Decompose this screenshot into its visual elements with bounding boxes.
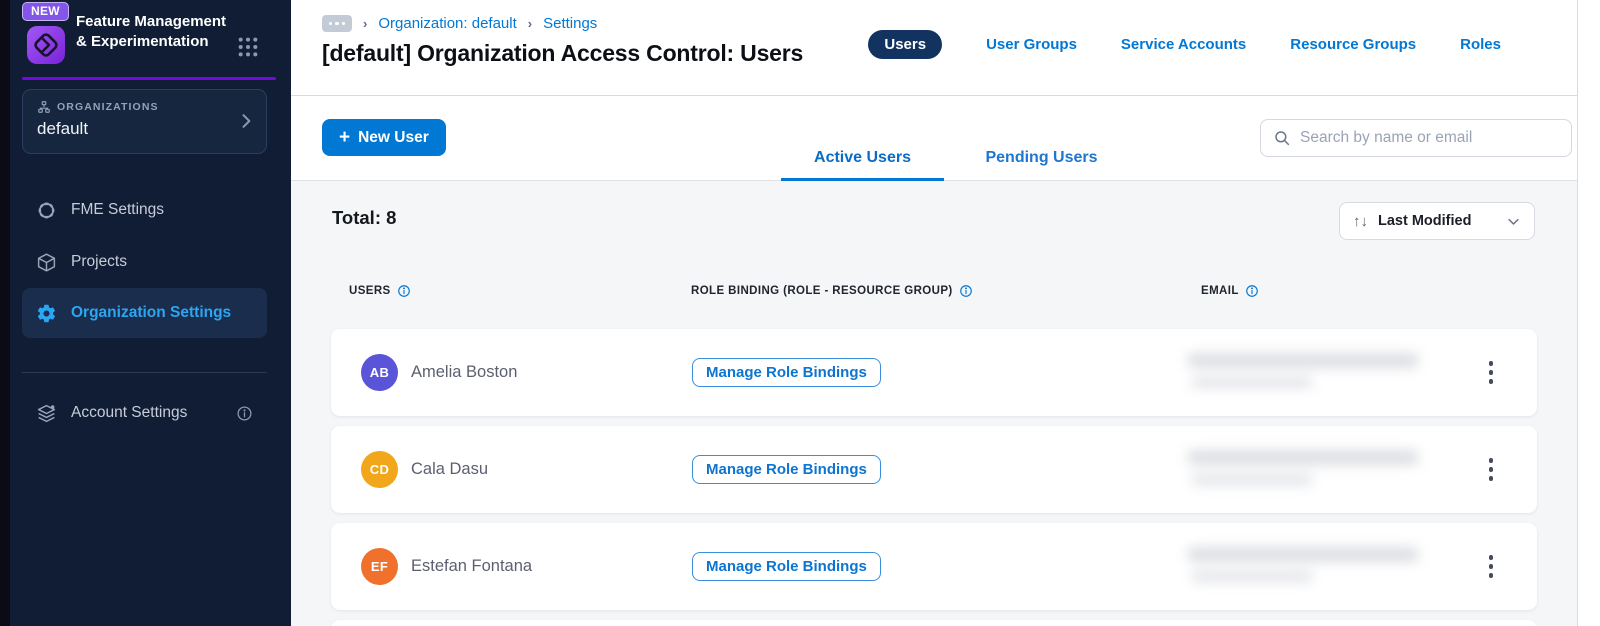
info-icon[interactable] bbox=[1245, 284, 1259, 298]
sort-dropdown[interactable]: ↑↓ Last Modified bbox=[1339, 202, 1535, 240]
tab-pending-users[interactable]: Pending Users bbox=[960, 137, 1123, 181]
plus-icon: + bbox=[339, 127, 351, 148]
tab-roles[interactable]: Roles bbox=[1460, 36, 1501, 53]
breadcrumb-collapsed-button[interactable] bbox=[322, 15, 352, 32]
email-redacted bbox=[1187, 450, 1419, 485]
user-name: Cala Dasu bbox=[411, 460, 489, 478]
sidebar-item-label: Organization Settings bbox=[71, 304, 232, 321]
avatar: EF bbox=[361, 548, 398, 585]
table-row: EF Estefan Fontana Manage Role Bindings bbox=[331, 523, 1537, 610]
email-redacted bbox=[1187, 353, 1419, 388]
access-control-tabs: Users User Groups Service Accounts Resou… bbox=[868, 30, 1501, 59]
column-header-role-binding: ROLE BINDING (ROLE - RESOURCE GROUP) bbox=[691, 284, 973, 298]
app-window: NEW Feature Management & Experimentation bbox=[0, 0, 1600, 626]
sidebar: NEW Feature Management & Experimentation bbox=[10, 0, 291, 626]
table-row: AB Amelia Boston Manage Role Bindings bbox=[331, 329, 1537, 416]
row-menu-kebab-icon[interactable] bbox=[1479, 523, 1503, 610]
breadcrumb-link-settings[interactable]: Settings bbox=[543, 15, 597, 32]
table-row-partial bbox=[331, 620, 1537, 626]
toolbar: + New User Active Users Pending Users bbox=[291, 96, 1577, 181]
sidebar-item-fme-settings[interactable]: FME Settings bbox=[22, 187, 267, 233]
breadcrumb-separator: › bbox=[527, 16, 533, 31]
new-user-button[interactable]: + New User bbox=[322, 119, 446, 156]
sidebar-item-label: Account Settings bbox=[71, 404, 188, 421]
breadcrumb: › Organization: default › Settings bbox=[322, 15, 597, 32]
manage-role-bindings-button[interactable]: Manage Role Bindings bbox=[692, 552, 881, 581]
column-label: EMAIL bbox=[1201, 285, 1239, 297]
organizations-hierarchy-icon bbox=[37, 100, 51, 114]
new-user-button-label: New User bbox=[358, 128, 429, 146]
fme-app-logo-icon bbox=[26, 25, 66, 65]
sidebar-item-label: FME Settings bbox=[71, 201, 165, 218]
organizations-label: ORGANIZATIONS bbox=[57, 101, 159, 113]
sidebar-accent-divider bbox=[22, 77, 276, 80]
search-icon bbox=[1273, 129, 1291, 147]
breadcrumb-link-organization[interactable]: Organization: default bbox=[378, 15, 516, 32]
user-name: Amelia Boston bbox=[411, 363, 518, 381]
tab-user-groups[interactable]: User Groups bbox=[986, 36, 1077, 53]
sidebar-item-organization-settings[interactable]: Organization Settings bbox=[22, 288, 267, 338]
breadcrumb-separator: › bbox=[363, 16, 368, 31]
organization-name: default bbox=[37, 119, 89, 138]
search-input[interactable] bbox=[1300, 129, 1559, 147]
avatar: AB bbox=[361, 354, 398, 391]
column-label: USERS bbox=[349, 285, 391, 297]
tab-users[interactable]: Users bbox=[868, 30, 943, 59]
tab-resource-groups[interactable]: Resource Groups bbox=[1290, 36, 1416, 53]
user-view-tabs: Active Users Pending Users bbox=[781, 137, 1123, 181]
fme-settings-icon bbox=[36, 200, 57, 221]
app-title: Feature Management & Experimentation bbox=[76, 13, 227, 51]
main-panel: › Organization: default › Settings [defa… bbox=[291, 0, 1578, 626]
tab-active-users[interactable]: Active Users bbox=[781, 137, 944, 181]
sidebar-item-account-settings[interactable]: Account Settings bbox=[22, 390, 267, 436]
tab-service-accounts[interactable]: Service Accounts bbox=[1121, 36, 1246, 53]
table-row: CD Cala Dasu Manage Role Bindings bbox=[331, 426, 1537, 513]
total-count: Total: 8 bbox=[332, 207, 397, 228]
app-switcher-grid-icon[interactable] bbox=[237, 36, 259, 58]
window-edge-strip bbox=[0, 0, 10, 626]
row-menu-kebab-icon[interactable] bbox=[1479, 329, 1503, 416]
email-redacted bbox=[1187, 547, 1419, 582]
sort-direction-icon: ↑↓ bbox=[1353, 212, 1368, 230]
account-settings-layers-icon bbox=[36, 403, 57, 424]
sidebar-item-label: Projects bbox=[71, 253, 127, 270]
row-menu-kebab-icon[interactable] bbox=[1479, 426, 1503, 513]
manage-role-bindings-button[interactable]: Manage Role Bindings bbox=[692, 455, 881, 484]
sidebar-item-projects[interactable]: Projects bbox=[22, 239, 267, 285]
chevron-right-icon bbox=[236, 111, 256, 131]
gear-icon bbox=[36, 303, 57, 324]
manage-role-bindings-button[interactable]: Manage Role Bindings bbox=[692, 358, 881, 387]
column-label: ROLE BINDING (ROLE - RESOURCE GROUP) bbox=[691, 285, 953, 297]
search-box bbox=[1260, 119, 1572, 157]
info-icon[interactable] bbox=[397, 284, 411, 298]
column-header-users: USERS bbox=[349, 284, 411, 298]
column-header-email: EMAIL bbox=[1201, 284, 1259, 298]
sidebar-divider bbox=[22, 372, 267, 373]
page-title: [default] Organization Access Control: U… bbox=[322, 40, 804, 66]
info-icon[interactable] bbox=[236, 405, 253, 422]
projects-cube-icon bbox=[36, 252, 57, 273]
new-badge: NEW bbox=[22, 2, 69, 21]
avatar: CD bbox=[361, 451, 398, 488]
organization-selector[interactable]: ORGANIZATIONS default bbox=[22, 89, 267, 154]
sort-dropdown-value: Last Modified bbox=[1378, 213, 1472, 229]
user-name: Estefan Fontana bbox=[411, 557, 533, 575]
page-header: › Organization: default › Settings [defa… bbox=[291, 0, 1577, 96]
users-list-panel: Total: 8 ↑↓ Last Modified USERS ROLE BIN… bbox=[291, 181, 1577, 626]
info-icon[interactable] bbox=[959, 284, 973, 298]
chevron-down-icon bbox=[1506, 214, 1521, 229]
